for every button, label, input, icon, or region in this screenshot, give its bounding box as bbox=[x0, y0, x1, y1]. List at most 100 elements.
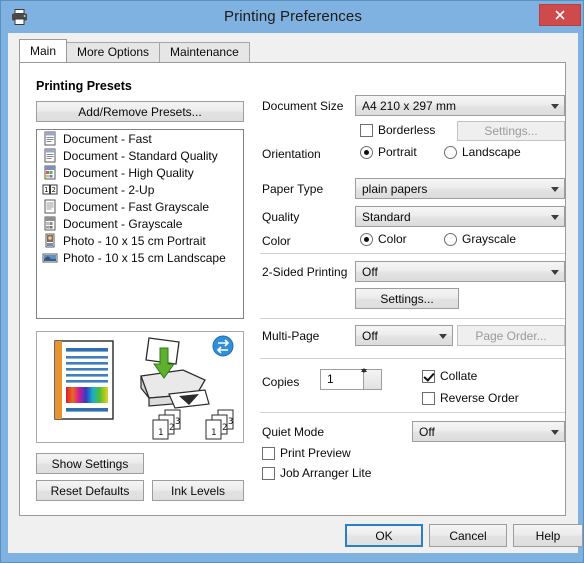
orientation-radio-landscape[interactable]: Landscape bbox=[444, 145, 521, 159]
radio-button bbox=[444, 232, 457, 246]
color-radio-color[interactable]: Color bbox=[360, 232, 407, 246]
printing-preferences-window: Printing Preferences Main More Options M… bbox=[0, 0, 584, 563]
color-radio-grayscale[interactable]: Grayscale bbox=[444, 232, 516, 246]
svg-text:3: 3 bbox=[175, 417, 180, 427]
print-preview-illustration: 3 2 1 3 2 1 bbox=[36, 331, 244, 443]
tab-strip: Main More Options Maintenance bbox=[19, 39, 250, 62]
copies-stepper[interactable]: 1 bbox=[320, 368, 382, 390]
copies-value: 1 bbox=[327, 372, 334, 386]
chevron-down-icon bbox=[551, 103, 559, 109]
checkbox-box bbox=[262, 466, 275, 480]
page-order-button[interactable]: Page Order... bbox=[457, 325, 565, 346]
document-icon bbox=[42, 148, 58, 163]
help-button[interactable]: Help bbox=[513, 524, 583, 547]
multi-page-value: Off bbox=[362, 329, 378, 343]
close-button[interactable] bbox=[539, 4, 581, 26]
job-arranger-checkbox[interactable]: Job Arranger Lite bbox=[262, 466, 371, 480]
chevron-down-icon bbox=[551, 269, 559, 275]
quiet-mode-label: Quiet Mode bbox=[262, 425, 325, 439]
two-sided-combo[interactable]: Off bbox=[355, 261, 565, 282]
tab-page-main: Printing Presets Add/Remove Presets... D… bbox=[19, 62, 566, 516]
ok-button[interactable]: OK bbox=[345, 524, 423, 547]
svg-text:1: 1 bbox=[211, 428, 216, 438]
reset-defaults-button[interactable]: Reset Defaults bbox=[36, 480, 144, 501]
orientation-radio-portrait[interactable]: Portrait bbox=[360, 145, 417, 159]
borderless-label: Borderless bbox=[378, 123, 436, 137]
two-up-icon: 1 2 bbox=[42, 182, 58, 197]
multi-page-label: Multi-Page bbox=[262, 329, 320, 343]
stepper-buttons[interactable] bbox=[361, 368, 381, 389]
svg-text:2: 2 bbox=[52, 186, 56, 194]
quality-combo[interactable]: Standard bbox=[355, 206, 565, 227]
list-item[interactable]: 1 2 Document - 2-Up bbox=[37, 181, 243, 198]
borderless-settings-button[interactable]: Settings... bbox=[457, 121, 565, 141]
list-item-label: Document - 2-Up bbox=[63, 182, 155, 197]
cancel-button[interactable]: Cancel bbox=[429, 524, 507, 547]
document-size-label: Document Size bbox=[262, 99, 344, 113]
chevron-down-icon bbox=[551, 186, 559, 192]
grayscale-option-label: Grayscale bbox=[462, 232, 517, 246]
quiet-mode-combo[interactable]: Off bbox=[412, 421, 565, 442]
list-item[interactable]: Document - Standard Quality bbox=[37, 147, 243, 164]
svg-text:1: 1 bbox=[158, 428, 163, 438]
chevron-down-icon bbox=[551, 214, 559, 220]
title-bar: Printing Preferences bbox=[1, 1, 583, 33]
two-sided-settings-button[interactable]: Settings... bbox=[355, 288, 459, 309]
ink-levels-button[interactable]: Ink Levels bbox=[152, 480, 244, 501]
paper-type-label: Paper Type bbox=[262, 182, 324, 196]
list-item-label: Document - Grayscale bbox=[63, 216, 183, 231]
orientation-portrait-label: Portrait bbox=[378, 145, 417, 159]
tab-maintenance[interactable]: Maintenance bbox=[159, 42, 250, 62]
tab-more-options[interactable]: More Options bbox=[66, 42, 161, 62]
document-size-value: A4 210 x 297 mm bbox=[362, 99, 457, 113]
tab-main[interactable]: Main bbox=[19, 39, 68, 62]
radio-button bbox=[360, 232, 373, 246]
list-item[interactable]: Document - Fast Grayscale bbox=[37, 198, 243, 215]
divider bbox=[260, 318, 565, 319]
radio-button bbox=[444, 145, 457, 159]
document-color-icon bbox=[42, 165, 58, 180]
presets-listbox[interactable]: Document - Fast Document - Standard Qual… bbox=[36, 129, 244, 319]
list-item[interactable]: Photo - 10 x 15 cm Portrait bbox=[37, 232, 243, 249]
checkbox-box bbox=[360, 123, 373, 137]
svg-text:2: 2 bbox=[169, 423, 174, 433]
close-icon bbox=[555, 10, 565, 20]
divider bbox=[260, 253, 565, 254]
list-item[interactable]: Photo - 10 x 15 cm Landscape bbox=[37, 249, 243, 266]
page-stack-right: 3 2 1 bbox=[205, 409, 234, 440]
multi-page-combo[interactable]: Off bbox=[355, 325, 453, 346]
show-settings-button[interactable]: Show Settings bbox=[36, 453, 144, 474]
preview-graphics: 3 2 1 3 2 1 bbox=[54, 335, 234, 440]
print-preview-checkbox[interactable]: Print Preview bbox=[262, 446, 351, 460]
reverse-order-checkbox[interactable]: Reverse Order bbox=[422, 391, 519, 405]
paper-type-value: plain papers bbox=[362, 182, 428, 196]
orientation-landscape-label: Landscape bbox=[462, 145, 521, 159]
add-remove-presets-button[interactable]: Add/Remove Presets... bbox=[36, 101, 244, 122]
borderless-checkbox[interactable]: Borderless bbox=[360, 123, 435, 137]
document-gray-icon bbox=[42, 216, 58, 231]
print-preview-label: Print Preview bbox=[280, 446, 351, 460]
color-option-label: Color bbox=[378, 232, 407, 246]
swap-arrows-icon bbox=[212, 335, 234, 357]
collate-checkbox[interactable]: Collate bbox=[422, 369, 477, 383]
page-stack-left: 3 2 1 bbox=[152, 409, 181, 440]
chevron-down-icon bbox=[439, 333, 447, 339]
dialog-client-area: Main More Options Maintenance Printing P… bbox=[8, 33, 583, 553]
radio-button bbox=[360, 145, 373, 159]
document-size-combo[interactable]: A4 210 x 297 mm bbox=[355, 95, 565, 116]
collate-label: Collate bbox=[440, 369, 478, 383]
photo-landscape-icon bbox=[42, 250, 58, 265]
chevron-down-icon bbox=[551, 429, 559, 435]
photo-portrait-icon bbox=[42, 233, 58, 248]
quality-label: Quality bbox=[262, 210, 300, 224]
paper-type-combo[interactable]: plain papers bbox=[355, 178, 565, 199]
list-item[interactable]: Document - Grayscale bbox=[37, 215, 243, 232]
list-item[interactable]: Document - High Quality bbox=[37, 164, 243, 181]
svg-text:1: 1 bbox=[44, 186, 48, 194]
list-item[interactable]: Document - Fast bbox=[37, 130, 243, 147]
divider bbox=[260, 412, 565, 413]
document-preview-icon bbox=[54, 340, 114, 420]
caret-down-icon bbox=[361, 369, 367, 373]
list-item-label: Photo - 10 x 15 cm Landscape bbox=[63, 250, 226, 265]
list-item-label: Document - Fast Grayscale bbox=[63, 199, 210, 214]
